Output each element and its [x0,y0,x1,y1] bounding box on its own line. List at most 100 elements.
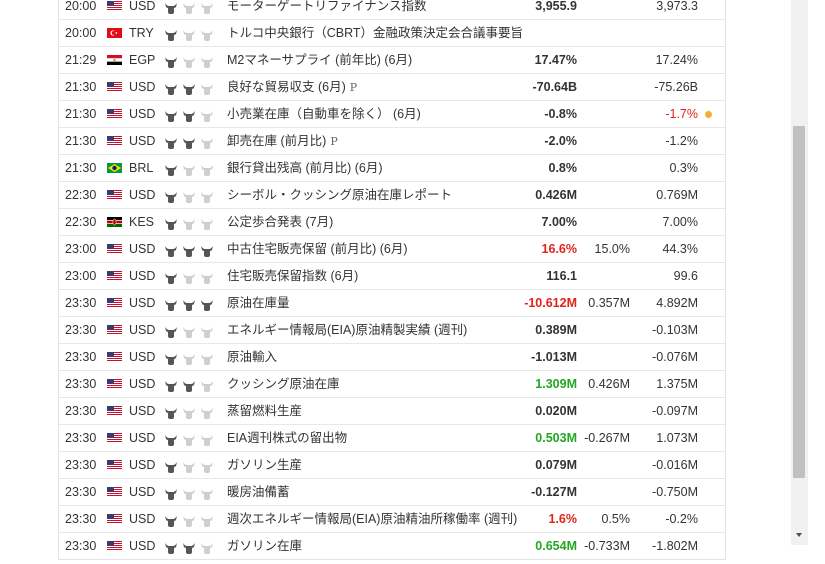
flag-us-icon [107,487,122,497]
event-name-link[interactable]: 小売業在庫（自動車を除く） (6月) [227,101,527,127]
event-name-link[interactable]: クッシング原油在庫 [227,371,527,397]
event-name-link[interactable]: エネルギー情報局(EIA)原油精製実績 (週刊) [227,317,527,343]
table-row[interactable]: 20:00 USD モーターゲートリファイナンス指数 3,955.9 3,973.3 [59,0,725,20]
flag-us-icon [107,325,122,335]
table-row[interactable]: 23:30 USD ガソリン在庫 0.654M -0.733M -1.802M [59,533,725,559]
forecast-value [577,317,630,343]
bull-icon [200,245,214,258]
bull-icon [200,56,214,69]
event-name: 蒸留燃料生産 [227,404,303,418]
actual-value: 1.309M [535,377,577,391]
event-name-link[interactable]: 原油在庫量 [227,290,527,316]
table-row[interactable]: 23:30 USD ガソリン生産 0.079M -0.016M [59,452,725,479]
event-name-link[interactable]: 週次エネルギー情報局(EIA)原油精油所稼働率 (週刊) [227,506,527,532]
event-name-link[interactable]: 公定歩合発表 (7月) [227,209,527,235]
currency-code: USD [129,269,156,283]
currency-code: USD [129,80,156,94]
table-row[interactable]: 23:00 USD 中古住宅販売保留 (前月比) (6月) 16.6% 15.0% 44.… [59,236,725,263]
event-name-link[interactable]: ガソリン生産 [227,452,527,478]
flag-us-icon [107,109,122,119]
bull-icon [164,353,178,366]
bull-icon [200,164,214,177]
flag-us-icon [107,1,122,11]
table-row[interactable]: 23:30 USD 週次エネルギー情報局(EIA)原油精油所稼働率 (週刊) 1.6%… [59,506,725,533]
revised-indicator-icon [705,111,712,118]
flag-eg-icon [107,55,122,65]
preliminary-icon: P [330,135,338,148]
bull-icon [164,299,178,312]
importance-rating [164,511,222,527]
table-row[interactable]: 23:30 USD 暖房油備蓄 -0.127M -0.750M [59,479,725,506]
bull-icon [182,137,196,150]
bull-icon [164,515,178,528]
event-name-link[interactable]: 蒸留燃料生産 [227,398,527,424]
flag-tr-icon [107,28,122,38]
table-row[interactable]: 22:30 KES 公定歩合発表 (7月) 7.00% 7.00% [59,209,725,236]
event-name-link[interactable]: 住宅販売保留指数 (6月) [227,263,527,289]
bull-icon [200,326,214,339]
event-name-link[interactable]: 中古住宅販売保留 (前月比) (6月) [227,236,527,262]
event-time: 21:30 [65,107,97,121]
event-name-link[interactable]: 暖房油備蓄 [227,479,527,505]
event-time: 23:30 [65,458,97,472]
event-name: クッシング原油在庫 [227,377,340,391]
event-name-link[interactable]: シーボル・クッシング原油在庫レポート [227,182,527,208]
event-name-link[interactable]: 良好な貿易収支 (6月) P [227,74,527,100]
bull-icon [182,29,196,42]
event-name-link[interactable]: トルコ中央銀行（CBRT）金融政策決定会合議事要旨 [227,20,527,46]
event-name-link[interactable]: M2マネーサプライ (前年比) (6月) [227,47,527,73]
bull-icon [200,542,214,555]
event-name-link[interactable]: 銀行貸出残高 (前月比) (6月) [227,155,527,181]
scroll-down-arrow-icon[interactable] [796,533,802,537]
bull-icon [182,245,196,258]
event-time: 21:30 [65,161,97,175]
event-name-link[interactable]: ガソリン在庫 [227,533,527,559]
scrollbar-thumb[interactable] [793,126,805,478]
table-row[interactable]: 21:29 EGP M2マネーサプライ (前年比) (6月) 17.47% 17.24% [59,47,725,74]
event-time: 23:30 [65,512,97,526]
event-name-link[interactable]: 卸売在庫 (前月比) P [227,128,527,154]
bull-icon [182,2,196,15]
table-row[interactable]: 23:30 USD 原油在庫量 -10.612M 0.357M 4.892M [59,290,725,317]
currency-code: USD [129,107,156,121]
event-name-link[interactable]: モーターゲートリファイナンス指数 [227,0,527,19]
bull-icon [182,353,196,366]
table-row[interactable]: 23:00 USD 住宅販売保留指数 (6月) 116.1 99.6 [59,263,725,290]
bull-icon [164,326,178,339]
table-row[interactable]: 21:30 USD 良好な貿易収支 (6月) P -70.64B -75.26B [59,74,725,101]
table-row[interactable]: 22:30 USD シーボル・クッシング原油在庫レポート 0.426M 0.769M [59,182,725,209]
table-row[interactable]: 21:30 BRL 銀行貸出残高 (前月比) (6月) 0.8% 0.3% [59,155,725,182]
table-row[interactable]: 20:00 TRY トルコ中央銀行（CBRT）金融政策決定会合議事要旨 [59,20,725,47]
table-row[interactable]: 23:30 USD EIA週刊株式の留出物 0.503M -0.267M 1.073M [59,425,725,452]
event-name: 卸売在庫 (前月比) [227,134,327,148]
forecast-value [577,452,630,478]
previous-value: 1.073M [656,431,698,445]
importance-rating [164,241,222,257]
previous-value: 1.375M [656,377,698,391]
table-row[interactable]: 23:30 USD クッシング原油在庫 1.309M 0.426M 1.375M [59,371,725,398]
event-name-link[interactable]: 原油輸入 [227,344,527,370]
vertical-scrollbar[interactable] [791,0,808,545]
flag-us-icon [107,82,122,92]
event-time: 20:00 [65,0,97,13]
table-row[interactable]: 23:30 USD 原油輸入 -1.013M -0.076M [59,344,725,371]
importance-rating [164,295,222,311]
event-name-link[interactable]: EIA週刊株式の留出物 [227,425,527,451]
forecast-value [577,479,630,505]
table-row[interactable]: 23:30 USD エネルギー情報局(EIA)原油精製実績 (週刊) 0.389M -0… [59,317,725,344]
currency-code: USD [129,188,156,202]
bull-icon [182,515,196,528]
bull-icon [164,56,178,69]
actual-value: -0.127M [531,485,577,499]
actual-value: 0.503M [535,431,577,445]
table-row[interactable]: 23:30 USD 蒸留燃料生産 0.020M -0.097M [59,398,725,425]
table-row[interactable]: 21:30 USD 小売業在庫（自動車を除く） (6月) -0.8% -1.7% [59,101,725,128]
bull-icon [164,407,178,420]
actual-value: -70.64B [532,80,577,94]
previous-value: -0.2% [665,512,698,526]
event-name: 週次エネルギー情報局(EIA)原油精油所稼働率 (週刊) [227,512,518,526]
economic-calendar-table: 20:00 USD モーターゲートリファイナンス指数 3,955.9 3,973.3 20… [58,0,726,560]
table-row[interactable]: 21:30 USD 卸売在庫 (前月比) P -2.0% -1.2% [59,128,725,155]
forecast-value: -0.733M [584,539,630,553]
previous-value: -0.016M [652,458,698,472]
